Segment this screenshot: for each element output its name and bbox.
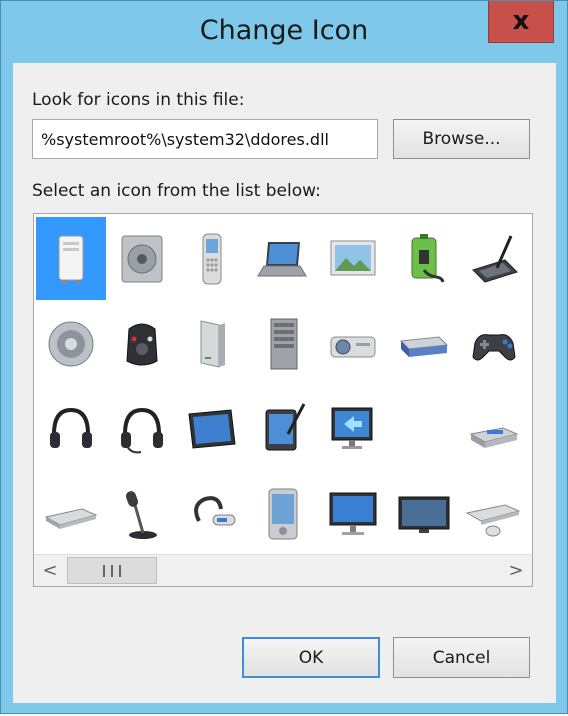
fax-scanner-icon[interactable] <box>459 387 529 470</box>
photo-frame-icon[interactable] <box>318 217 388 300</box>
cancel-button[interactable]: Cancel <box>393 637 530 678</box>
file-path-input[interactable] <box>32 119 378 159</box>
headset-icon[interactable] <box>107 387 177 470</box>
network-device-icon[interactable] <box>389 302 459 385</box>
horizontal-scrollbar[interactable]: < > <box>34 554 532 586</box>
lcd-monitor-icon[interactable] <box>318 472 388 555</box>
tv-monitor-icon[interactable] <box>177 387 247 470</box>
dialog-body: Look for icons in this file: Browse... S… <box>13 63 556 703</box>
gamepad-icon[interactable] <box>459 302 529 385</box>
speaker-cone-icon[interactable] <box>36 302 106 385</box>
file-label: Look for icons in this file: <box>32 90 245 110</box>
close-icon: x <box>512 6 530 36</box>
close-button[interactable]: x <box>488 1 554 43</box>
scroll-right-button[interactable]: > <box>500 555 532 586</box>
server-tower-icon[interactable] <box>248 302 318 385</box>
chevron-right-icon: > <box>508 560 524 581</box>
blank-icon <box>389 387 459 470</box>
pen-tablet-icon[interactable] <box>459 217 529 300</box>
icon-list-label: Select an icon from the list below: <box>32 181 321 201</box>
laptop-icon[interactable] <box>248 217 318 300</box>
headphones-icon[interactable] <box>36 387 106 470</box>
chevron-left-icon: < <box>42 560 58 581</box>
external-drive-icon[interactable] <box>177 302 247 385</box>
projector-icon[interactable] <box>318 302 388 385</box>
change-icon-dialog: Change Icon x Look for icons in this fil… <box>0 0 568 714</box>
pda-icon[interactable] <box>248 472 318 555</box>
speaker-box-icon[interactable] <box>107 217 177 300</box>
media-player-icon[interactable] <box>107 302 177 385</box>
bluetooth-headset-icon[interactable] <box>177 472 247 555</box>
title-bar: Change Icon x <box>1 1 567 63</box>
browse-button[interactable]: Browse... <box>393 119 530 159</box>
battery-plug-icon[interactable] <box>389 217 459 300</box>
desk-microphone-icon[interactable] <box>107 472 177 555</box>
icon-list[interactable]: < > <box>33 213 533 587</box>
window-title: Change Icon <box>199 15 369 46</box>
mobile-phone-icon[interactable] <box>177 217 247 300</box>
display-arrow-icon[interactable] <box>318 387 388 470</box>
keyboard-icon[interactable] <box>36 472 106 555</box>
keyboard-mouse-icon[interactable] <box>459 472 529 555</box>
scroll-left-button[interactable]: < <box>34 555 66 586</box>
grip-icon <box>103 564 121 577</box>
scrollbar-thumb[interactable] <box>67 557 157 584</box>
pc-tower-icon[interactable] <box>36 217 106 300</box>
tablet-pen-icon[interactable] <box>248 387 318 470</box>
ok-button[interactable]: OK <box>242 637 380 678</box>
flat-tv-icon[interactable] <box>389 472 459 555</box>
